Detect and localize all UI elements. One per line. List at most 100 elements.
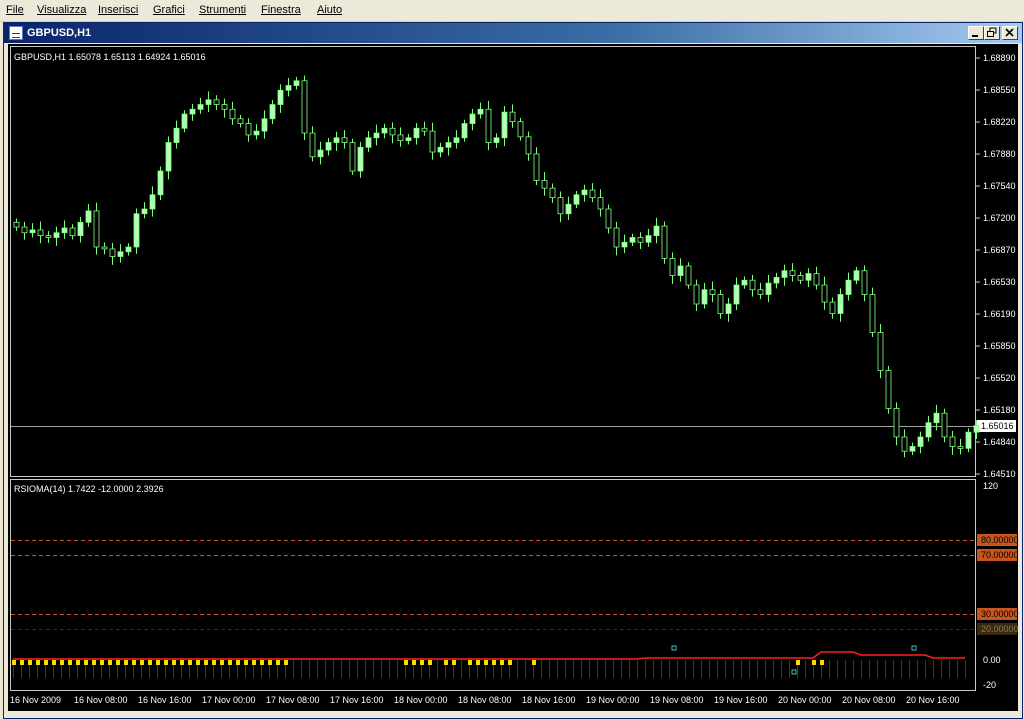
candle-body (93, 210, 100, 248)
histogram-bar (549, 660, 550, 678)
candle-body (645, 235, 652, 243)
candle-body (765, 282, 772, 295)
histogram-bar (749, 660, 750, 678)
signal-marker (116, 660, 120, 665)
signal-marker (108, 660, 112, 665)
signal-marker (276, 660, 280, 665)
histogram-bar (341, 660, 342, 678)
candle-body (37, 229, 44, 237)
price-tick: 1.66530 (983, 277, 1016, 287)
candle-body (909, 446, 916, 452)
histogram-bar (789, 660, 790, 678)
histogram-bar (637, 660, 638, 678)
candle-body (125, 246, 132, 253)
candle-body (29, 229, 36, 234)
candle-body (381, 127, 388, 134)
signal-marker (252, 660, 256, 665)
candle-body (445, 142, 452, 148)
price-tick: 1.64510 (983, 469, 1016, 479)
candle-body (61, 227, 68, 234)
candle-body (549, 187, 556, 199)
candle-body (53, 232, 60, 238)
candle-body (469, 113, 476, 124)
candle-body (293, 80, 300, 86)
histogram-bar (357, 660, 358, 678)
histogram-bar (325, 660, 326, 678)
candle-body (13, 221, 20, 228)
candle-body (829, 301, 836, 314)
candle-body (333, 137, 340, 143)
candle-body (197, 104, 204, 110)
histogram-bar (565, 660, 566, 678)
histogram-bar (733, 660, 734, 678)
time-tick: 18 Nov 00:00 (394, 695, 448, 705)
candle-body (285, 85, 292, 91)
signal-marker (124, 660, 128, 665)
time-tick: 16 Nov 2009 (10, 695, 61, 705)
histogram-bar (845, 660, 846, 678)
signal-marker (132, 660, 136, 665)
candle-body (421, 127, 428, 132)
candle-body (509, 111, 516, 123)
candle-body (77, 221, 84, 237)
time-tick: 19 Nov 00:00 (586, 695, 640, 705)
candle-body (725, 303, 732, 314)
signal-marker (28, 660, 32, 665)
price-tick: 1.67880 (983, 149, 1016, 159)
histogram-bar (381, 660, 382, 678)
candle-body (485, 108, 492, 143)
signal-marker (476, 660, 480, 665)
histogram-bar (397, 660, 398, 678)
price-tick: 1.64840 (983, 437, 1016, 447)
signal-marker (468, 660, 472, 665)
candle-body (597, 197, 604, 210)
candle-body (373, 132, 380, 139)
candle-body (309, 132, 316, 158)
chart-canvas[interactable]: GBPUSD,H1 1.65078 1.65113 1.64924 1.6501… (0, 0, 1024, 717)
histogram-bar (653, 660, 654, 678)
candle-body (869, 294, 876, 333)
signal-marker (812, 660, 816, 665)
candle-body (437, 146, 444, 153)
candle-body (541, 180, 548, 189)
time-tick: 16 Nov 16:00 (138, 695, 192, 705)
candle-body (237, 118, 244, 124)
histogram-bar (893, 660, 894, 678)
candle-body (501, 111, 508, 139)
candle-body (685, 265, 692, 286)
histogram-bar (853, 660, 854, 678)
indicator-tick: 120 (983, 481, 998, 491)
candle-body (605, 208, 612, 229)
histogram-bar (373, 660, 374, 678)
signal-marker (500, 660, 504, 665)
histogram-bar (957, 660, 958, 678)
signal-marker (20, 660, 24, 665)
signal-marker (100, 660, 104, 665)
candle-body (749, 279, 756, 291)
signal-marker (820, 660, 824, 665)
candle-body (245, 123, 252, 136)
candle-body (781, 270, 788, 278)
candle-body (933, 412, 940, 424)
candle-body (429, 130, 436, 153)
candle-body (261, 118, 268, 132)
histogram-bar (829, 660, 830, 678)
price-tick: 1.67540 (983, 181, 1016, 191)
signal-marker (444, 660, 448, 665)
histogram-bar (605, 660, 606, 678)
signal-marker (420, 660, 424, 665)
candle-body (813, 273, 820, 286)
candle-body (821, 284, 828, 303)
time-tick: 17 Nov 08:00 (266, 695, 320, 705)
candle-body (925, 422, 932, 438)
histogram-bar (877, 660, 878, 678)
level-label-20: 20.00000 (981, 624, 1019, 634)
candle-body (101, 246, 108, 250)
signal-marker (84, 660, 88, 665)
candle-body (661, 225, 668, 259)
candle-body (277, 89, 284, 105)
candle-body (189, 108, 196, 115)
signal-marker (796, 660, 800, 665)
level-label-80: 80.00000 (981, 535, 1019, 545)
signal-marker (44, 660, 48, 665)
